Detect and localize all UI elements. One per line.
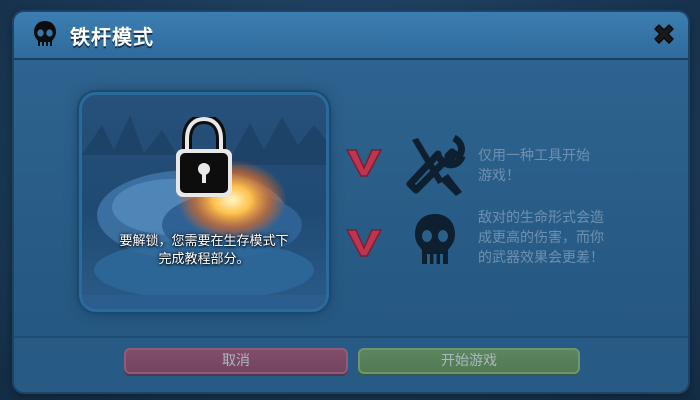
dialog-titlebar: 铁杆模式 (14, 12, 688, 60)
start-game-button[interactable]: 开始游戏 (358, 348, 580, 374)
unlock-requirement-text: 要解锁，您需要在生存模式下 完成教程部分。 (119, 234, 289, 267)
check-icon (345, 229, 383, 257)
close-icon[interactable] (650, 20, 678, 48)
hardcore-mode-dialog: 铁杆模式 要解锁，您需要在生存模式下 完成教程部分。 仅用一种工具开始 游戏！ … (14, 12, 688, 392)
check-icon (345, 149, 383, 177)
dialog-title: 铁杆模式 (70, 25, 154, 49)
rule-single-tool: 仅用一种工具开始 游戏！ (478, 148, 590, 184)
rule-hostile-damage: 敌对的生命形式会造 成更高的伤害，而你 的武器效果会更差！ (478, 210, 604, 266)
tools-icon (406, 134, 466, 196)
padlock-icon (176, 117, 232, 197)
mode-preview-image: 要解锁，您需要在生存模式下 完成教程部分。 (82, 95, 326, 309)
cancel-button[interactable]: 取消 (124, 348, 348, 374)
dialog-footer: 取消 开始游戏 (14, 336, 688, 392)
skull-icon (415, 214, 455, 264)
skull-icon (34, 21, 56, 46)
